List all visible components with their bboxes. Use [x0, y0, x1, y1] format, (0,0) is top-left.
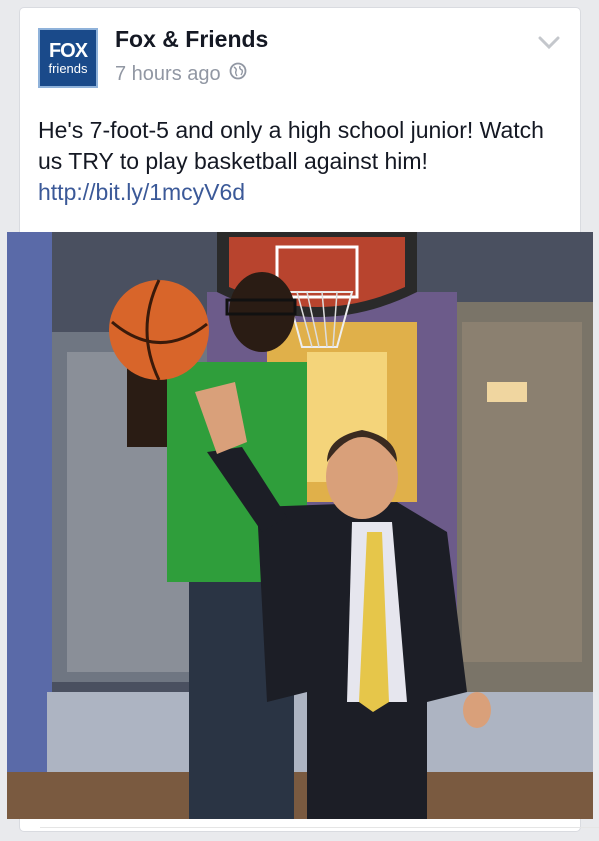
globe-icon [229, 62, 247, 86]
avatar-logo-subtext: friends [48, 60, 88, 76]
post-meta: 7 hours ago [115, 62, 247, 86]
avatar-logo-text: FOX [48, 39, 88, 62]
page-name[interactable]: Fox & Friends [115, 26, 268, 53]
post-message: He's 7-foot-5 and only a high school jun… [38, 117, 544, 174]
post-link[interactable]: http://bit.ly/1mcyV6d [38, 179, 245, 205]
post-text: He's 7-foot-5 and only a high school jun… [38, 115, 568, 208]
page-avatar[interactable]: FOX friends [38, 28, 98, 88]
post-timestamp[interactable]: 7 hours ago [115, 63, 221, 86]
chevron-down-icon[interactable] [538, 36, 560, 55]
divider [40, 827, 599, 828]
post-photo[interactable] [7, 232, 593, 819]
